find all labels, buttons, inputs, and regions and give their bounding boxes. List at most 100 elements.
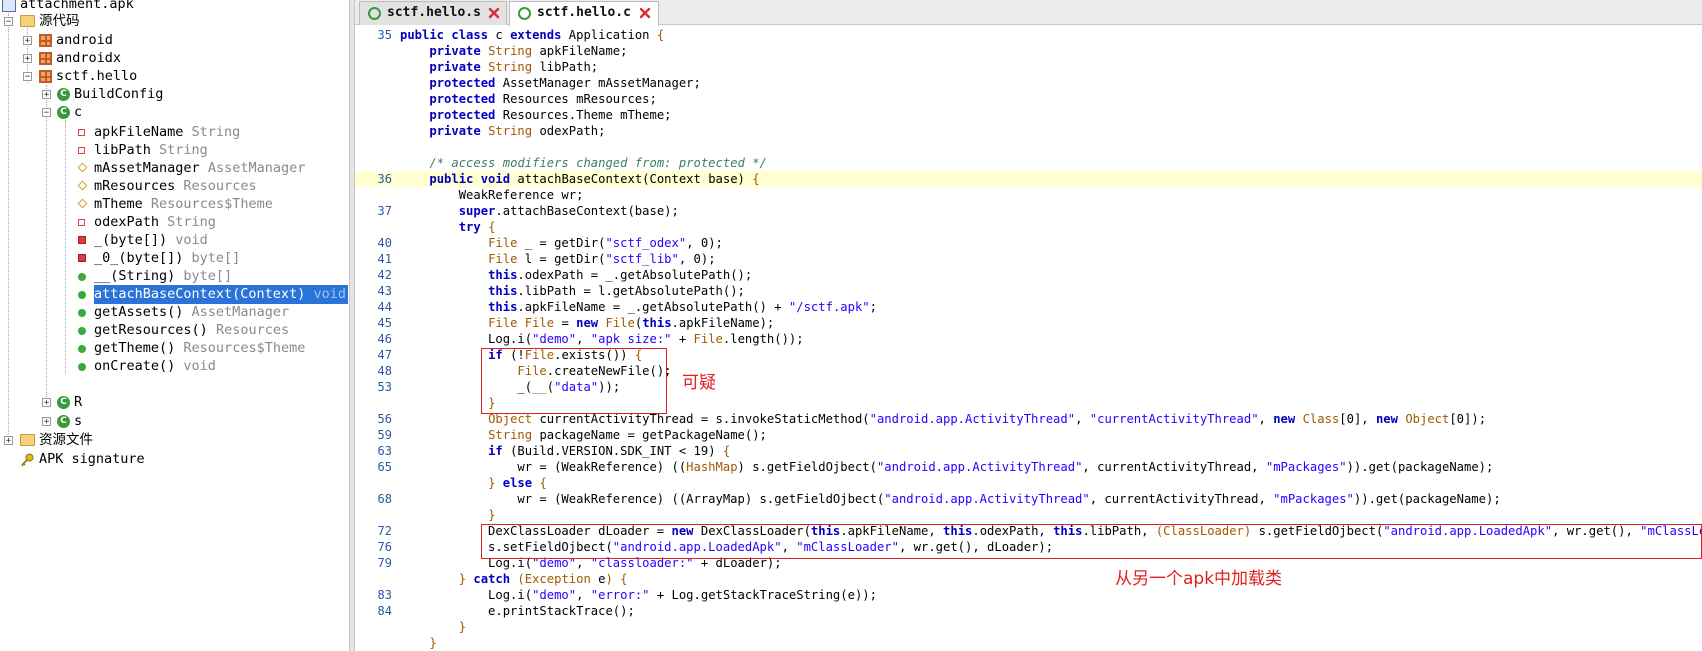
code-line[interactable]: } (355, 507, 1702, 523)
member-type: byte[] (183, 268, 233, 284)
public-method-icon (78, 327, 86, 335)
close-icon[interactable] (487, 6, 501, 20)
code-line[interactable]: 45 File File = new File(this.apkFileName… (355, 315, 1702, 331)
code-line[interactable]: protected Resources mResources; (355, 91, 1702, 107)
member-name: attachBaseContext(Context) (94, 286, 306, 302)
member-name: onCreate() (94, 358, 176, 374)
member-type: Resources$Theme (150, 196, 273, 212)
code-line[interactable]: WeakReference wr; (355, 187, 1702, 203)
load-from-apk-annotation: 从另一个apk中加载类 (1115, 569, 1283, 589)
collapse-icon[interactable]: − (23, 72, 32, 82)
code-line[interactable]: try { (355, 219, 1702, 235)
member-name: _0_(byte[]) (94, 250, 184, 266)
code-line[interactable] (355, 139, 1702, 155)
classloader-highlight-box (481, 524, 1702, 559)
code-line[interactable]: 36 public void attachBaseContext(Context… (355, 171, 1702, 187)
code-line[interactable]: protected Resources.Theme mTheme; (355, 107, 1702, 123)
code-text: Log.i("demo", "error:" + Log.getStackTra… (400, 588, 877, 602)
member-type: String (167, 214, 216, 230)
line-number: 84 (377, 604, 392, 618)
line-number: 63 (377, 444, 392, 458)
line-number: 40 (377, 236, 392, 250)
member-name: libPath (94, 142, 151, 158)
code-line[interactable]: 35 public class c extends Application { (355, 27, 1702, 43)
member-name: getResources() (94, 322, 208, 338)
member-type: AssetManager (191, 304, 290, 320)
package-icon (39, 70, 52, 83)
line-number: 83 (377, 588, 392, 602)
code-line[interactable]: 83 Log.i("demo", "error:" + Log.getStack… (355, 587, 1702, 603)
code-line[interactable]: private String libPath; (355, 59, 1702, 75)
code-text: private String odexPath; (429, 124, 606, 138)
member-name: getTheme() (94, 340, 176, 356)
member-type: String (159, 142, 208, 158)
public-method-icon (78, 291, 86, 299)
code-text: Log.i("demo", "apk size:" + File.length(… (400, 332, 804, 346)
code-line[interactable]: 42 this.odexPath = _.getAbsolutePath(); (355, 267, 1702, 283)
tab-sctf-hello-s[interactable]: sctf.hello.s (359, 1, 507, 25)
code-line[interactable]: private String odexPath; (355, 123, 1702, 139)
tab-sctf-hello-c[interactable]: sctf.hello.c (509, 1, 659, 26)
code-text: private String libPath; (429, 60, 599, 74)
member-type: byte[] (191, 250, 241, 266)
member-name: _(byte[]) (94, 232, 168, 248)
tree-package-label: android (56, 32, 113, 48)
code-editor: sctf.hello.s sctf.hello.c 35 public class… (355, 0, 1702, 651)
tab-label: sctf.hello.s (387, 5, 481, 20)
class-icon (518, 7, 531, 20)
member-type: AssetManager (207, 160, 306, 176)
close-icon[interactable] (638, 6, 652, 20)
code-text: File l = getDir("sctf_lib", 0); (488, 252, 716, 266)
code-line[interactable]: 59 String packageName = getPackageName()… (355, 427, 1702, 443)
code-line[interactable]: private String apkFileName; (355, 43, 1702, 59)
member-type: String (191, 124, 241, 140)
member-name: apkFileName (94, 124, 184, 140)
suspicious-highlight-box (481, 348, 667, 414)
code-line[interactable]: } catch (Exception e) { (355, 571, 1702, 587)
member-name: mAssetManager (94, 160, 200, 176)
code-text: } (429, 636, 437, 650)
code-line[interactable]: 41 File l = getDir("sctf_lib", 0); (355, 251, 1702, 267)
expand-icon[interactable]: + (23, 36, 32, 46)
member-type: void (183, 358, 216, 374)
code-line[interactable]: 40 File _ = getDir("sctf_odex", 0); (355, 235, 1702, 251)
code-line[interactable]: } (355, 619, 1702, 635)
code-text: this.apkFileName = _.getAbsolutePath() +… (488, 300, 877, 314)
code-line[interactable]: protected AssetManager mAssetManager; (355, 75, 1702, 91)
collapse-icon[interactable]: − (42, 108, 51, 118)
member-name: mTheme (94, 196, 143, 212)
expand-icon[interactable]: + (4, 436, 13, 446)
tree-guide (8, 9, 9, 434)
code-line[interactable]: 68 wr = (WeakReference) ((ArrayMap) s.ge… (355, 491, 1702, 507)
public-method-icon (78, 363, 86, 371)
expand-icon[interactable]: + (42, 90, 51, 100)
line-number: 59 (377, 428, 392, 442)
collapse-icon[interactable]: − (4, 17, 13, 27)
code-text: } (488, 508, 496, 522)
expand-icon[interactable]: + (42, 398, 51, 408)
code-text: if (Build.VERSION.SDK_INT < 19) { (488, 444, 731, 458)
code-line[interactable]: 63 if (Build.VERSION.SDK_INT < 19) { (355, 443, 1702, 459)
code-line[interactable]: 37 super.attachBaseContext(base); (355, 203, 1702, 219)
expand-icon[interactable]: + (42, 417, 51, 427)
code-line[interactable]: 84 e.printStackTrace(); (355, 603, 1702, 619)
code-line[interactable]: } (355, 635, 1702, 651)
code-line[interactable]: /* access modifiers changed from: protec… (355, 155, 1702, 171)
line-number: 76 (377, 540, 392, 554)
expand-icon[interactable]: + (23, 54, 32, 64)
code-text: e.printStackTrace(); (400, 604, 635, 618)
code-line[interactable]: 44 this.apkFileName = _.getAbsolutePath(… (355, 299, 1702, 315)
member-name: __(String) (94, 268, 176, 284)
class-icon: C (57, 396, 70, 409)
code-text: File File = new File(this.apkFileName); (488, 316, 775, 330)
line-number: 45 (377, 316, 392, 330)
code-line[interactable]: 46 Log.i("demo", "apk size:" + File.leng… (355, 331, 1702, 347)
protected-field-icon (77, 180, 88, 191)
editor-tab-bar: sctf.hello.s sctf.hello.c (355, 0, 1702, 26)
line-number: 79 (377, 556, 392, 570)
code-line[interactable]: 43 this.libPath = l.getAbsolutePath(); (355, 283, 1702, 299)
tree-package-label: androidx (56, 50, 122, 66)
code-line[interactable]: 65 wr = (WeakReference) ((HashMap) s.get… (355, 459, 1702, 475)
public-method-icon (78, 309, 86, 317)
code-line[interactable]: } else { (355, 475, 1702, 491)
